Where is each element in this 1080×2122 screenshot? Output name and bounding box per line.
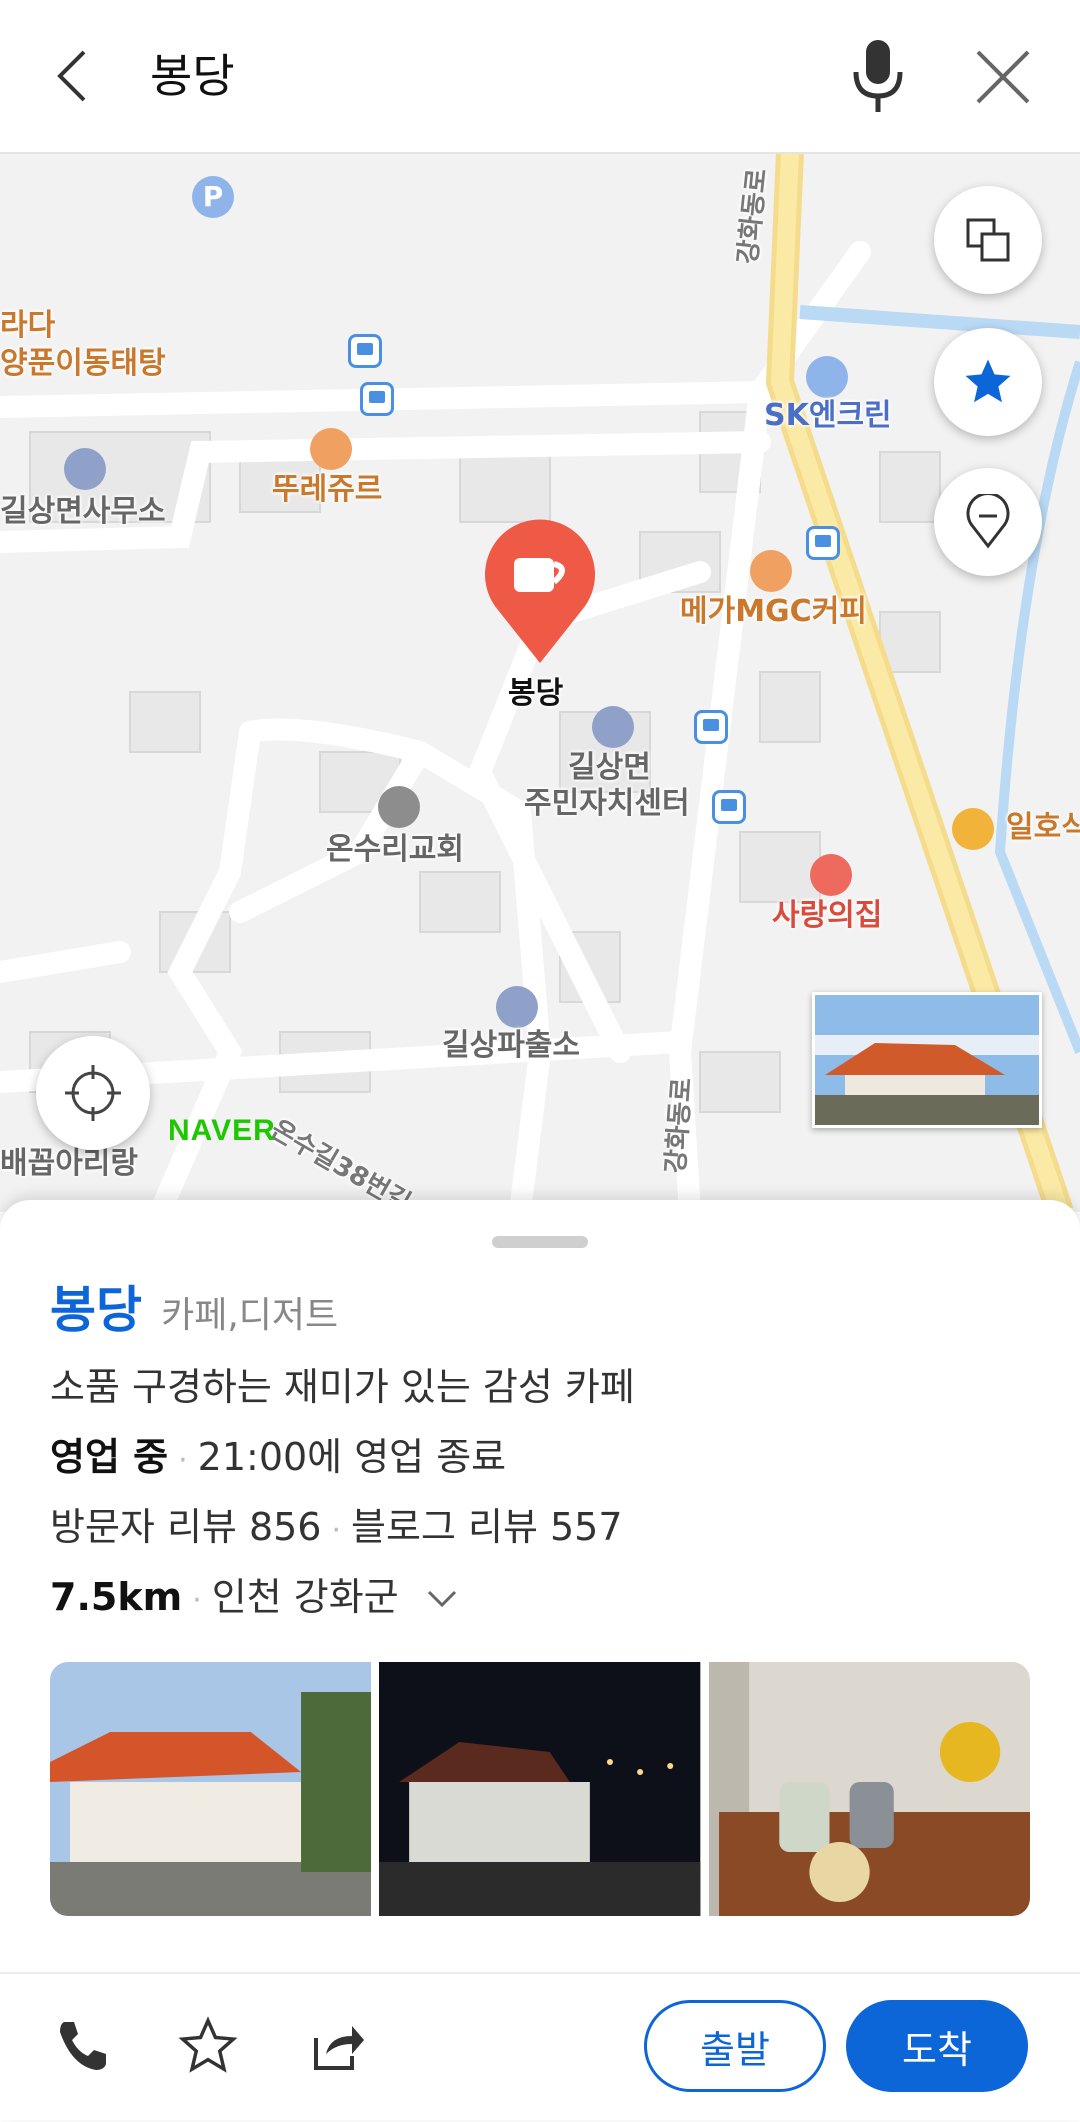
star-outline-icon[interactable]	[176, 2014, 240, 2078]
bus-stop-icon	[360, 382, 394, 416]
sheet-drag-handle[interactable]	[492, 1236, 588, 1248]
poi-label: 배꼽아리랑	[0, 1146, 138, 1181]
poi-label: 길상면사무소	[0, 494, 166, 529]
place-name[interactable]: 봉당	[50, 1281, 142, 1339]
poi-label: 길상면	[568, 750, 651, 785]
poi-label: 온수리교회	[326, 832, 464, 867]
place-description: 소품 구경하는 재미가 있는 감성 카페	[50, 1365, 635, 1409]
photo-strip[interactable]	[50, 1662, 1030, 1916]
depart-button[interactable]: 출발	[644, 2000, 826, 2092]
phone-icon[interactable]	[50, 2014, 114, 2078]
action-bar: 출발 도착	[0, 1972, 1080, 2122]
location-pin-icon	[966, 494, 1010, 549]
poi-label: 라다	[0, 308, 56, 343]
police-icon	[496, 986, 538, 1028]
poi-label: 뚜레쥬르	[272, 472, 383, 507]
visitor-review-link[interactable]: 방문자 리뷰 856	[50, 1505, 322, 1549]
bakery-icon	[310, 428, 352, 470]
poi-label: SK엔크린	[764, 398, 892, 433]
place-category: 카페,디저트	[161, 1295, 339, 1336]
bus-stop-icon	[694, 710, 728, 744]
star-icon	[965, 359, 1011, 403]
share-icon[interactable]	[306, 2014, 370, 2078]
poi-label: 길상파출소	[442, 1028, 580, 1063]
parking-icon: P	[192, 176, 234, 218]
address: 인천 강화군	[211, 1575, 399, 1619]
bus-stop-icon	[348, 334, 382, 368]
distance: 7.5km	[50, 1575, 183, 1619]
closing-time: 21:00에 영업 종료	[197, 1435, 507, 1479]
naver-logo: NAVER	[168, 1114, 276, 1147]
business-hours-row[interactable]: 영업 중 · 21:00에 영업 종료	[50, 1426, 506, 1481]
poi-label: 일호식	[1006, 810, 1080, 845]
coffee-icon	[750, 550, 792, 592]
church-icon	[378, 786, 420, 828]
my-places-button[interactable]	[934, 468, 1042, 576]
place-photo[interactable]	[708, 1662, 1030, 1916]
layers-icon	[966, 218, 1010, 262]
map-view[interactable]: P 라다 양푼이동태탕 길상면사무소 뚜레쥬르 SK엔크린 메가MGC커피 길상…	[0, 152, 1080, 1212]
place-header: 봉당 카페,디저트	[50, 1270, 338, 1342]
street-view-thumbnail[interactable]	[812, 992, 1042, 1128]
poi-label: 주민자치센터	[524, 786, 690, 821]
review-row: 방문자 리뷰 856 · 블로그 리뷰 557	[50, 1505, 623, 1549]
crosshair-icon	[65, 1065, 121, 1121]
poi-label: 양푼이동태탕	[0, 346, 166, 381]
microphone-icon[interactable]	[846, 36, 910, 116]
current-location-button[interactable]	[36, 1036, 150, 1150]
bus-stop-icon	[806, 526, 840, 560]
place-info-sheet[interactable]: 봉당 카페,디저트 소품 구경하는 재미가 있는 감성 카페 영업 중 · 21:0…	[0, 1200, 1080, 2120]
search-query[interactable]: 봉당	[150, 40, 235, 112]
community-center-icon	[592, 706, 634, 748]
layers-button[interactable]	[934, 186, 1042, 294]
chevron-down-icon[interactable]	[425, 1588, 459, 1610]
location-row[interactable]: 7.5km · 인천 강화군	[50, 1566, 459, 1621]
government-office-icon	[64, 448, 106, 490]
arrive-button[interactable]: 도착	[846, 2000, 1028, 2092]
business-status: 영업 중	[50, 1435, 169, 1479]
hospital-icon	[810, 854, 852, 896]
back-arrow-icon[interactable]	[44, 44, 108, 108]
road-label: 강화동로	[660, 1076, 698, 1175]
place-photo[interactable]	[379, 1662, 701, 1916]
poi-label: 사랑의집	[772, 898, 883, 933]
bus-stop-icon	[712, 790, 746, 824]
blog-review-link[interactable]: 블로그 리뷰 557	[351, 1505, 623, 1549]
poi-label: 메가MGC커피	[680, 594, 867, 629]
favorites-button[interactable]	[934, 328, 1042, 436]
shopping-icon	[952, 808, 994, 850]
gas-station-icon	[806, 356, 848, 398]
close-icon[interactable]	[972, 46, 1034, 108]
place-photo[interactable]	[50, 1662, 372, 1916]
selected-place-marker[interactable]	[480, 518, 600, 668]
search-bar: 봉당	[0, 0, 1080, 154]
selected-place-label: 봉당	[508, 676, 564, 711]
